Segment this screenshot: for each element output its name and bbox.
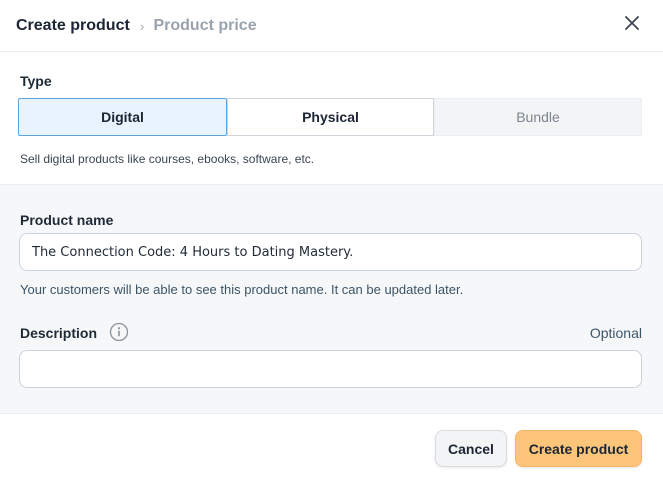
close-button[interactable] (621, 12, 643, 34)
type-option-bundle[interactable]: Bundle (434, 98, 642, 136)
type-section: Type Digital Physical Bundle Sell digita… (0, 53, 663, 184)
chevron-right-icon: › (139, 17, 145, 34)
optional-tag: Optional (589, 325, 642, 341)
cancel-button[interactable]: Cancel (435, 430, 507, 467)
description-input[interactable] (19, 350, 642, 388)
product-name-input[interactable] (19, 233, 642, 271)
product-name-help-text: Your customers will be able to see this … (20, 282, 464, 297)
type-option-digital[interactable]: Digital (18, 98, 227, 136)
type-hint: Sell digital products like courses, eboo… (20, 152, 315, 166)
product-name-label: Product name (20, 212, 114, 228)
type-label: Type (20, 73, 52, 89)
breadcrumb-current-step: Create product (16, 16, 130, 34)
modal-header: Create product › Product price (0, 0, 663, 52)
type-option-physical[interactable]: Physical (227, 98, 434, 136)
create-product-modal: Create product › Product price Type Digi… (0, 0, 663, 481)
breadcrumb-next-step: Product price (153, 16, 257, 34)
modal-footer: Cancel Create product (0, 413, 663, 481)
info-icon[interactable] (109, 322, 129, 342)
create-product-button[interactable]: Create product (515, 430, 642, 467)
product-details-section: Product name Your customers will be able… (0, 184, 663, 413)
description-label: Description (20, 325, 98, 341)
close-icon[interactable] (625, 16, 639, 30)
